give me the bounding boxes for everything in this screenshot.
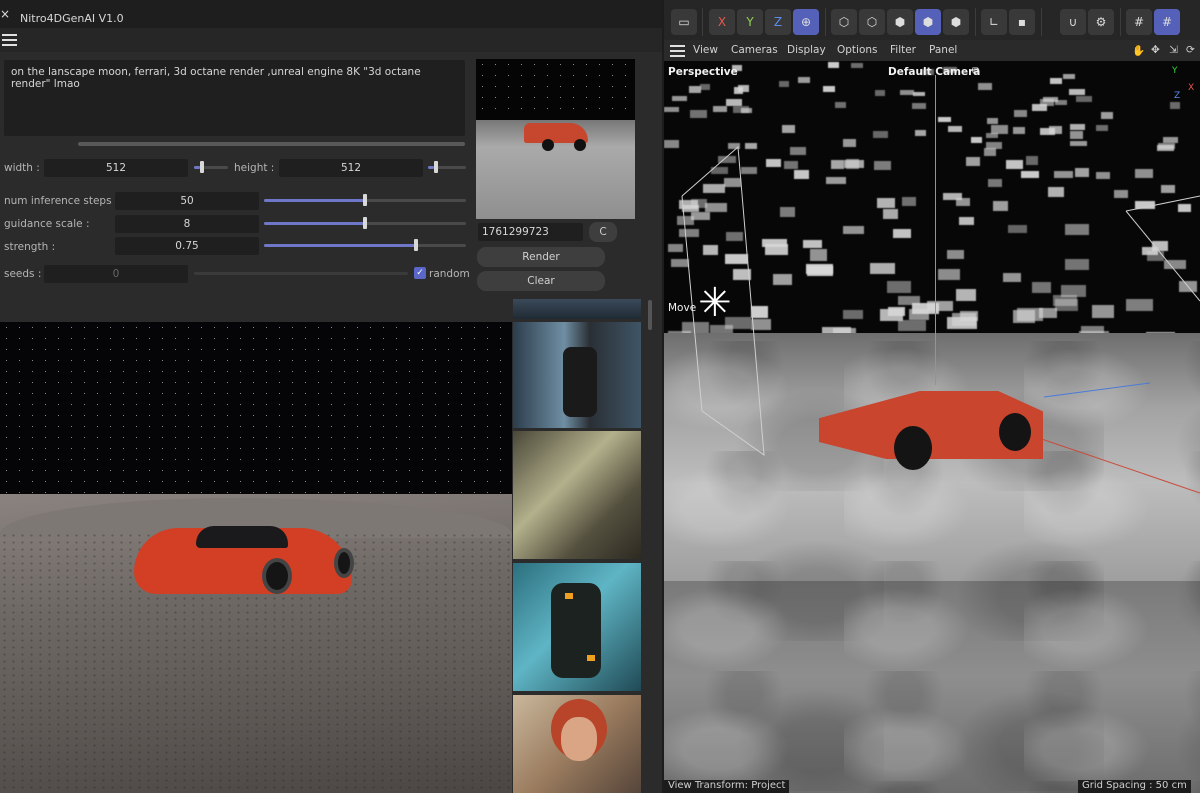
hamburger-icon[interactable] — [2, 34, 17, 46]
grid-icon[interactable]: # — [1126, 9, 1152, 35]
history-thumbnail[interactable] — [513, 563, 641, 691]
steps-slider-handle[interactable] — [363, 194, 367, 206]
z-axis-lock-button[interactable]: Z — [765, 9, 791, 35]
active-tool-label: Move — [668, 302, 697, 314]
uv-mode-icon[interactable]: ⬢ — [943, 9, 969, 35]
menu-filter[interactable]: Filter — [890, 44, 916, 56]
3d-viewport[interactable]: Perspective Default Camera ⧉ Move ✳ Y X … — [664, 61, 1200, 793]
guidance-input[interactable]: 8 — [115, 215, 259, 233]
seed-number-field[interactable]: 1761299723 — [478, 223, 583, 241]
steps-input[interactable]: 50 — [115, 192, 259, 210]
axis-y-indicator: Y — [1172, 66, 1178, 76]
plugin-menubar — [0, 28, 662, 52]
render-button[interactable]: Render — [477, 247, 605, 267]
undo-view-icon[interactable]: ▭ — [671, 9, 697, 35]
viewport-projection-label[interactable]: Perspective — [668, 66, 738, 78]
guidance-slider-fill — [264, 222, 365, 225]
random-checkbox[interactable]: ✓ — [414, 267, 426, 279]
strength-slider-fill — [264, 244, 416, 247]
camera-link-icon[interactable]: ⧉ — [972, 65, 980, 78]
generated-image — [0, 322, 512, 793]
seeds-input[interactable]: 0 — [44, 265, 188, 283]
solo-mode-icon[interactable]: ▪ — [1009, 9, 1035, 35]
height-slider[interactable] — [428, 161, 466, 173]
menu-view[interactable]: View — [693, 44, 718, 56]
viewport-hamburger-icon[interactable] — [670, 45, 685, 57]
c4d-toolbar: ▭ X Y Z ⊕ ⬡ ⬡ ⬢ ⬢ ⬢ ∟ ▪ ∪ ⚙ # # — [664, 0, 1200, 40]
plugin-title: Nitro4DGenAI V1.0 — [20, 12, 124, 25]
history-thumbnail[interactable] — [513, 322, 641, 428]
viewport-menubar: View Cameras Display Options Filter Pane… — [664, 40, 1200, 61]
random-label: random — [429, 268, 470, 280]
snap-settings-icon[interactable]: ⚙ — [1088, 9, 1114, 35]
seeds-label: seeds : — [4, 268, 42, 280]
history-thumbnail[interactable] — [513, 299, 641, 319]
steps-label: num inference steps : — [4, 195, 119, 207]
height-slider-handle[interactable] — [434, 161, 438, 173]
strength-label: strength : — [4, 241, 56, 253]
prompt-scrollbar[interactable] — [78, 142, 465, 146]
x-axis-lock-button[interactable]: X — [709, 9, 735, 35]
strength-slider[interactable] — [264, 239, 466, 251]
move-gizmo-icon[interactable]: ✳ — [698, 283, 732, 323]
genai-plugin-panel: × Nitro4DGenAI V1.0 on the lanscape moon… — [0, 0, 662, 793]
zoom-view-icon[interactable]: ⇲ — [1169, 44, 1178, 56]
polygons-mode-icon[interactable]: ⬢ — [887, 9, 913, 35]
front-wheel — [894, 426, 932, 470]
points-mode-icon[interactable]: ⬡ — [831, 9, 857, 35]
model-mode-icon[interactable]: ⬢ — [915, 9, 941, 35]
width-slider[interactable] — [194, 161, 228, 173]
grid-spacing-status: Grid Spacing : 50 cm — [1078, 780, 1191, 793]
view-transform-status: View Transform: Project — [664, 780, 790, 793]
width-label: width : — [4, 162, 40, 174]
axis-z-indicator: Z — [1174, 91, 1181, 101]
axis-mode-icon[interactable]: ∟ — [981, 9, 1007, 35]
width-input[interactable]: 512 — [44, 159, 188, 177]
history-gallery[interactable] — [512, 299, 642, 793]
guidance-label: guidance scale : — [4, 218, 90, 230]
axis-x-indicator: X — [1188, 83, 1195, 93]
width-slider-handle[interactable] — [200, 161, 204, 173]
height-label: height : — [234, 162, 275, 174]
rotate-view-icon[interactable]: ⟳ — [1186, 44, 1195, 56]
steps-slider[interactable] — [264, 194, 466, 206]
strength-input[interactable]: 0.75 — [115, 237, 259, 255]
coordinate-system-icon[interactable]: ⊕ — [793, 9, 819, 35]
steps-slider-fill — [264, 199, 365, 202]
strength-slider-handle[interactable] — [413, 239, 418, 251]
history-scrollbar[interactable] — [648, 300, 652, 330]
menu-options[interactable]: Options — [837, 44, 878, 56]
preview-thumbnail — [476, 59, 635, 219]
prompt-input[interactable]: on the lanscape moon, ferrari, 3d octane… — [4, 60, 465, 136]
pan-view-icon[interactable]: ✋ — [1132, 44, 1145, 57]
menu-display[interactable]: Display — [787, 44, 826, 56]
copy-seed-button[interactable]: C — [589, 222, 617, 242]
menu-cameras[interactable]: Cameras — [731, 44, 778, 56]
seeds-slider[interactable] — [194, 272, 408, 275]
guidance-slider[interactable] — [264, 217, 466, 229]
history-thumbnail[interactable] — [513, 431, 641, 559]
menu-panel[interactable]: Panel — [929, 44, 957, 56]
rear-wheel — [999, 413, 1031, 451]
active-camera-label[interactable]: Default Camera — [888, 66, 980, 78]
guidance-slider-handle[interactable] — [363, 217, 367, 229]
edges-mode-icon[interactable]: ⬡ — [859, 9, 885, 35]
c4d-viewport-panel: ▭ X Y Z ⊕ ⬡ ⬡ ⬢ ⬢ ⬢ ∟ ▪ ∪ ⚙ # # View Cam… — [664, 0, 1200, 793]
snap-icon[interactable]: ∪ — [1060, 9, 1086, 35]
move-view-icon[interactable]: ✥ — [1151, 44, 1160, 56]
history-thumbnail[interactable] — [513, 695, 641, 793]
height-input[interactable]: 512 — [279, 159, 423, 177]
close-icon[interactable]: × — [0, 8, 10, 20]
plugin-titlebar: × Nitro4DGenAI V1.0 — [0, 0, 662, 28]
y-axis-lock-button[interactable]: Y — [737, 9, 763, 35]
clear-button[interactable]: Clear — [477, 271, 605, 291]
workplane-grid-icon[interactable]: # — [1154, 9, 1180, 35]
